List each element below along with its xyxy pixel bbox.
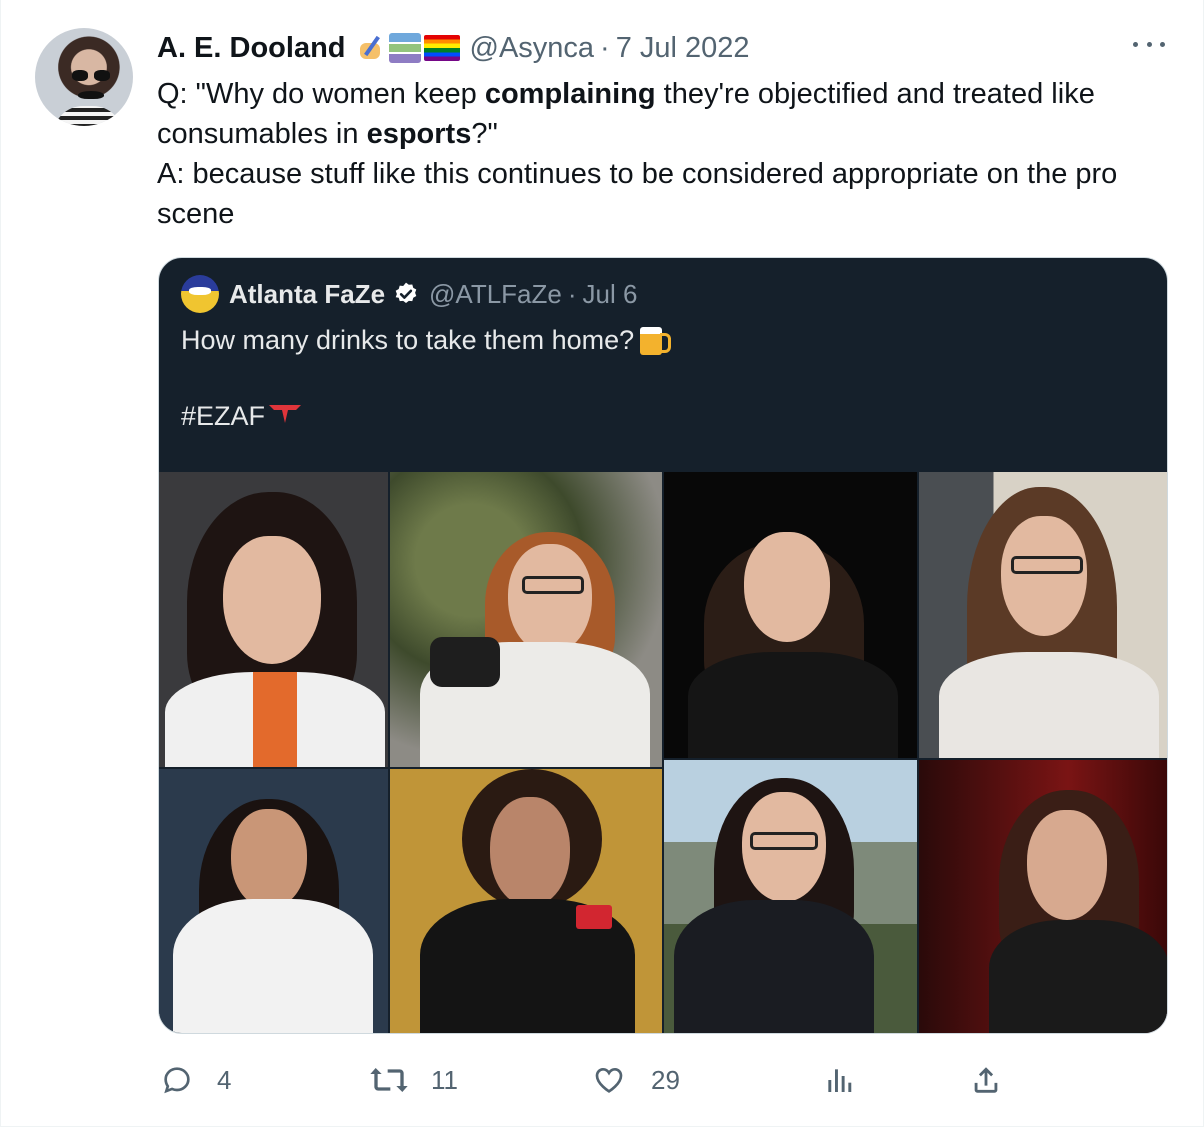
tweet-text: Q: "Why do women keep complaining they'r…	[157, 74, 1167, 234]
quoted-date[interactable]: Jul 6	[583, 279, 638, 310]
like-count: 29	[651, 1064, 680, 1095]
retweet-button[interactable]: 11	[369, 1062, 458, 1098]
share-icon	[974, 1067, 998, 1093]
like-icon	[595, 1067, 623, 1093]
author-emojis	[356, 33, 460, 63]
retweet-count: 11	[431, 1064, 458, 1095]
quoted-header: Atlanta FaZe @ATLFaZe · Jul 6	[181, 275, 638, 313]
avatar-sunglasses	[72, 70, 112, 82]
writing-hand-icon	[356, 33, 386, 63]
quoted-separator: ·	[567, 278, 577, 309]
photo-grid	[159, 472, 1167, 1033]
author-name[interactable]: A. E. Dooland	[157, 32, 346, 65]
tweet-container: A. E. Dooland @Asynca · 7 Jul 2022 Q: "W…	[0, 0, 1204, 1127]
photo-4[interactable]	[919, 472, 1167, 758]
retweet-icon	[370, 1068, 408, 1092]
more-options-icon[interactable]	[1133, 34, 1165, 54]
tweet-date[interactable]: 7 Jul 2022	[616, 32, 750, 65]
share-button[interactable]	[969, 1062, 1003, 1098]
reply-button[interactable]: 4	[161, 1062, 231, 1098]
views-button[interactable]	[823, 1062, 855, 1098]
verified-badge-icon	[395, 282, 417, 303]
quoted-avatar[interactable]	[181, 275, 219, 313]
quoted-text-line2: #EZAF	[181, 396, 670, 436]
faze-logo-icon	[269, 405, 302, 423]
header-separator: ·	[600, 31, 610, 64]
reply-icon	[164, 1067, 190, 1094]
rainbow-flag-icon	[423, 35, 460, 61]
hashtag-link[interactable]: #EZAF	[181, 401, 265, 431]
tweet-header: A. E. Dooland @Asynca · 7 Jul 2022	[157, 28, 750, 68]
reply-count: 4	[217, 1064, 232, 1095]
quoted-text-line1: How many drinks to take them home?	[181, 320, 672, 360]
quoted-tweet[interactable]: Atlanta FaZe @ATLFaZe · Jul 6 How many d…	[158, 257, 1168, 1034]
quoted-author-handle[interactable]: @ATLFaZe	[429, 279, 562, 310]
tweet-text-line1: Q: "Why do women keep complaining they'r…	[157, 78, 1095, 150]
quoted-text: How many drinks to take them home? #EZAF	[181, 320, 672, 436]
photo-1[interactable]	[159, 472, 388, 767]
photo-2[interactable]	[390, 472, 662, 767]
avatar-mustache	[78, 91, 104, 99]
tweet-text-line2: A: because stuff like this continues to …	[157, 158, 1118, 230]
photo-7[interactable]	[664, 760, 917, 1033]
photo-6[interactable]	[390, 769, 662, 1033]
author-avatar[interactable]	[35, 28, 133, 126]
photo-3[interactable]	[664, 472, 917, 758]
photo-5[interactable]	[159, 769, 388, 1033]
beer-mugs-icon	[636, 321, 672, 357]
quoted-author-name[interactable]: Atlanta FaZe	[229, 279, 385, 310]
avatar-shirt	[53, 106, 123, 126]
books-icon	[388, 33, 421, 63]
author-handle[interactable]: @Asynca	[470, 32, 595, 65]
like-button[interactable]: 29	[591, 1062, 680, 1098]
photo-8[interactable]	[919, 760, 1167, 1033]
views-icon	[828, 1069, 852, 1092]
